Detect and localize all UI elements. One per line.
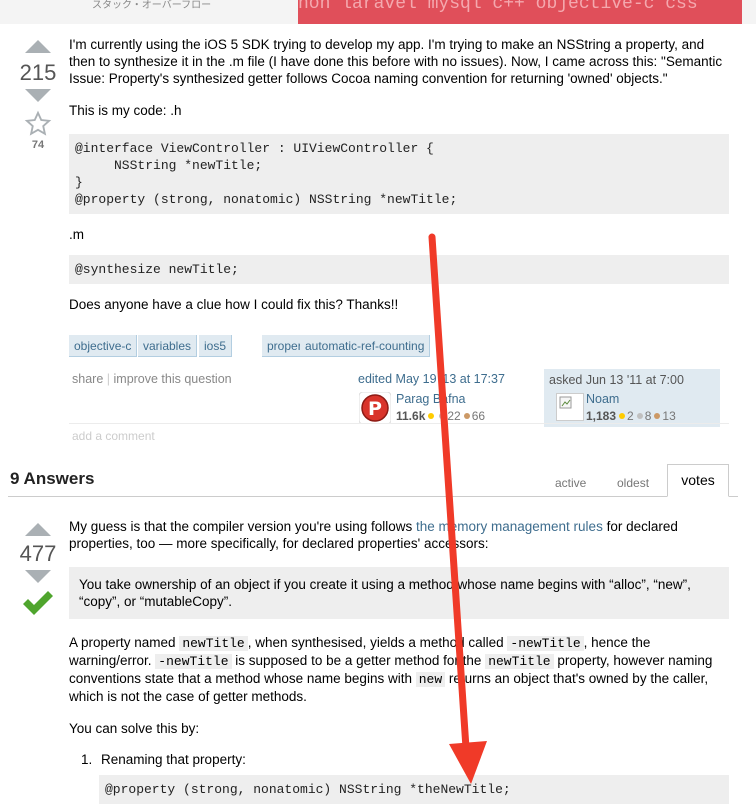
- asker-rep-score: 1,183: [586, 409, 617, 423]
- tag-objective-c[interactable]: objective-c: [69, 335, 138, 357]
- answer-text: A property named: [69, 635, 180, 650]
- tab-oldest[interactable]: oldest: [617, 476, 649, 490]
- favorite-star-icon[interactable]: [24, 110, 52, 138]
- editor-reputation: 11.6k 22 66: [396, 409, 485, 423]
- gold-badge-icon: [428, 413, 435, 419]
- silver-badge-icon: [636, 413, 643, 419]
- tag-ios5[interactable]: ios5: [199, 335, 233, 357]
- header-tag-text: hon laravel mysql c++ objective-c css: [298, 0, 698, 14]
- tag-variables[interactable]: variables: [138, 335, 198, 357]
- asker-avatar[interactable]: [556, 393, 584, 421]
- menu-separator: |: [106, 372, 111, 386]
- answer-body: My guess is that the compiler version yo…: [69, 518, 729, 772]
- asker-signature: asked Jun 13 '11 at 7:00 Noam 1,183 2 8 13: [544, 369, 720, 427]
- share-link[interactable]: share: [72, 372, 103, 386]
- answer-vote-count: 477: [19, 541, 57, 566]
- site-header-strip: スタック・オーバーフロー hon laravel mysql c++ objec…: [0, 0, 756, 24]
- code-block-m: @synthesize newTitle;: [69, 255, 729, 284]
- inline-code: newTitle: [179, 636, 248, 651]
- post-menu: share | improve this question: [72, 372, 232, 386]
- answer-paragraph: My guess is that the compiler version yo…: [69, 518, 729, 552]
- question-body: I'm currently using the iOS 5 SDK trying…: [69, 36, 729, 313]
- ordered-list: 1. Renaming that property:: [69, 752, 729, 772]
- question-paragraph: I'm currently using the iOS 5 SDK trying…: [69, 37, 723, 86]
- answer-paragraph: A property named newTitle, when synthesi…: [69, 634, 729, 705]
- code-block-fix: @property (strong, nonatomic) NSString *…: [99, 775, 729, 804]
- header-tag-banner: hon laravel mysql c++ objective-c css: [298, 0, 742, 24]
- answer-text: is supposed to be a getter method for th…: [231, 653, 486, 668]
- quote-block: You take ownership of an object if you c…: [69, 567, 729, 619]
- editor-bronze-count: 66: [471, 409, 486, 423]
- site-name: スタック・オーバーフロー: [92, 0, 212, 11]
- accepted-checkmark-icon: [23, 591, 53, 615]
- asker-reputation: 1,183 2 8 13: [586, 409, 676, 423]
- question-vote-cell: 215 74: [13, 40, 63, 151]
- favorite-count: 74: [31, 139, 45, 151]
- add-comment-link[interactable]: add a comment: [72, 429, 155, 443]
- tab-votes-label: votes: [681, 472, 715, 488]
- asker-name[interactable]: Noam: [586, 392, 619, 406]
- answers-header-line: [8, 496, 738, 497]
- comments-divider: [69, 423, 729, 424]
- bronze-badge-icon: [463, 413, 470, 419]
- answers-count-title: 9 Answers: [10, 469, 95, 488]
- asker-gold-count: 2: [627, 409, 634, 423]
- list-number: 1.: [81, 752, 93, 767]
- asked-timestamp: asked Jun 13 '11 at 7:00: [549, 373, 684, 387]
- bronze-badge-icon: [654, 413, 661, 419]
- inline-code: new: [415, 672, 446, 687]
- editor-avatar[interactable]: P: [359, 392, 391, 424]
- code-block-h: @interface ViewController : UIViewContro…: [69, 134, 729, 214]
- inline-code: -newTitle: [507, 636, 584, 651]
- tag-automatic-ref-counting[interactable]: automatic-ref-counting: [300, 335, 431, 357]
- gold-badge-icon: [619, 413, 626, 419]
- inline-code: -newTitle: [155, 654, 232, 669]
- quote-text: You take ownership of an object if you c…: [79, 577, 691, 609]
- svg-text:P: P: [368, 398, 382, 420]
- editor-silver-count: 22: [447, 409, 461, 423]
- downvote-icon[interactable]: [25, 89, 51, 102]
- list-item-text: Renaming that property:: [101, 752, 246, 767]
- memory-rules-link[interactable]: the memory management rules: [416, 519, 603, 534]
- question-paragraph: Does anyone have a clue how I could fix …: [69, 297, 399, 312]
- answer-text: My guess is that the compiler version yo…: [69, 519, 416, 534]
- question-tags: objective-c variables ios5 properties au…: [69, 335, 729, 359]
- downvote-icon[interactable]: [25, 570, 51, 583]
- answer-paragraph: You can solve this by:: [69, 721, 200, 736]
- answer-text: , when synthesised, yields a method call…: [247, 635, 508, 650]
- edited-timestamp[interactable]: edited May 19 '13 at 17:37: [358, 372, 538, 386]
- inline-code: newTitle: [485, 654, 554, 669]
- asker-silver-count: 8: [644, 409, 652, 423]
- answer-vote-cell: 477: [13, 523, 63, 620]
- editor-rep-score: 11.6k: [396, 409, 426, 423]
- tab-active[interactable]: active: [555, 476, 586, 490]
- editor-signature: edited May 19 '13 at 17:37 P Parag Bafna…: [358, 372, 538, 428]
- editor-name[interactable]: Parag Bafna: [396, 392, 466, 406]
- broken-image-icon: [559, 396, 572, 409]
- silver-badge-icon: [439, 413, 446, 419]
- upvote-icon[interactable]: [25, 40, 51, 53]
- question-paragraph: .m: [69, 227, 84, 242]
- question-vote-count: 215: [19, 60, 57, 85]
- improve-question-link[interactable]: improve this question: [114, 372, 232, 386]
- asker-bronze-count: 13: [662, 409, 676, 423]
- question-paragraph: This is my code: .h: [69, 103, 182, 118]
- tab-votes[interactable]: votes: [667, 464, 729, 497]
- upvote-icon[interactable]: [25, 523, 51, 536]
